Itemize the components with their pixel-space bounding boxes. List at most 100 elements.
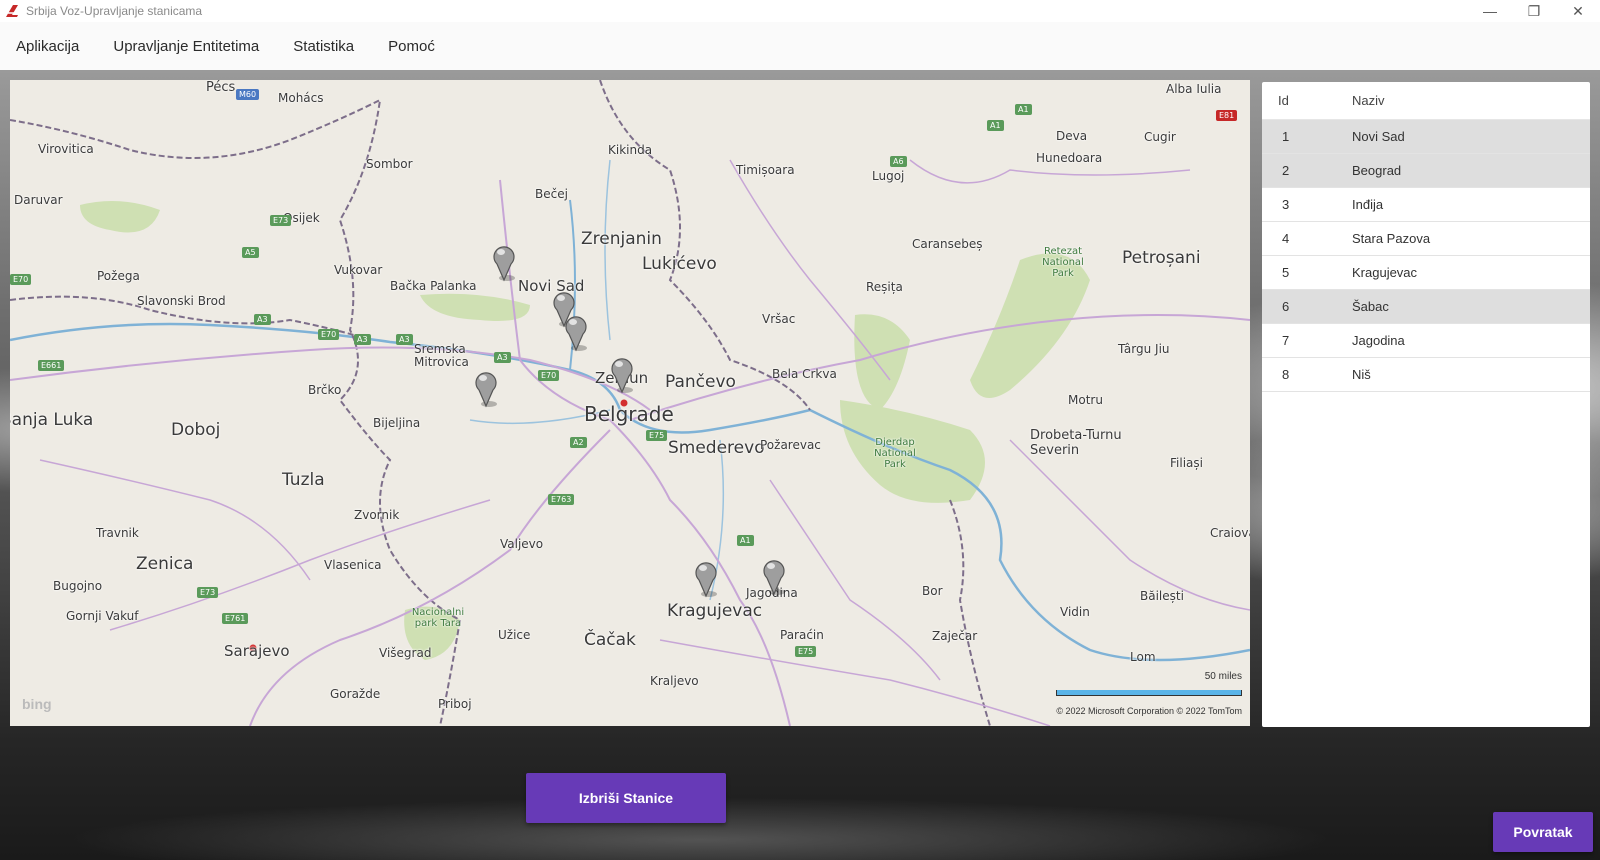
map-copyright: © 2022 Microsoft Corporation © 2022 TomT… xyxy=(1056,706,1242,716)
road-shield: E70 xyxy=(10,274,32,285)
map-city-label: Reșița xyxy=(866,280,903,294)
cell-id: 5 xyxy=(1282,265,1290,280)
cell-naziv: Jagodina xyxy=(1352,333,1405,348)
map-city-label: Smederevo xyxy=(668,438,765,458)
map-scale-bar xyxy=(1056,690,1242,696)
map-city-label: Bečej xyxy=(535,187,568,201)
road-shield: A5 xyxy=(242,247,259,258)
road-shield: A2 xyxy=(570,437,587,448)
road-shield: E70 xyxy=(318,329,340,340)
map-city-label: Târgu Jiu xyxy=(1118,342,1170,356)
table-row[interactable]: 5 Kragujevac xyxy=(1262,256,1590,290)
road-shield: M60 xyxy=(236,89,260,100)
map-city-label: Hunedoara xyxy=(1036,151,1103,165)
station-pin-beograd[interactable] xyxy=(608,354,636,394)
column-header-id[interactable]: Id xyxy=(1262,93,1352,108)
table-row[interactable]: 1 Novi Sad xyxy=(1262,120,1590,154)
station-pin-stara-pazova[interactable] xyxy=(562,312,590,352)
table-header: Id Naziv xyxy=(1262,82,1590,120)
road-shield: E73 xyxy=(197,587,219,598)
station-pin-jagodina[interactable] xyxy=(760,556,788,596)
map-city-label: Lom xyxy=(1130,650,1156,664)
map-city-label: Kraljevo xyxy=(650,674,699,688)
map-city-label: Băilești xyxy=(1140,589,1184,603)
map-city-label: Sombor xyxy=(366,157,413,171)
table-row[interactable]: 2 Beograd xyxy=(1262,154,1590,188)
back-button[interactable]: Povratak xyxy=(1493,812,1593,852)
cell-id: 6 xyxy=(1282,299,1290,314)
map-city-label: Paraćin xyxy=(780,628,824,642)
road-shield: E73 xyxy=(270,215,292,226)
map-city-label: Cugir xyxy=(1144,130,1176,144)
delete-stations-button[interactable]: Izbriši Stanice xyxy=(526,773,726,823)
cell-naziv: Stara Pazova xyxy=(1352,231,1431,246)
cell-naziv: Niš xyxy=(1352,367,1371,382)
map-city-label: Požega xyxy=(97,269,140,283)
road-shield: E81 xyxy=(1216,110,1238,121)
map-city-label: Drobeta-Turnu Severin xyxy=(1030,428,1122,458)
map-city-label: Priboj xyxy=(438,697,472,711)
map-city-label: Kikinda xyxy=(608,143,653,157)
map-city-label: Lukićevo xyxy=(642,254,717,274)
road-shield: E661 xyxy=(38,360,65,371)
column-header-naziv[interactable]: Naziv xyxy=(1352,93,1590,108)
table-row[interactable]: 7 Jagodina xyxy=(1262,324,1590,358)
map-city-label: Zaječar xyxy=(932,629,978,643)
cell-naziv: Šabac xyxy=(1352,299,1389,314)
road-shield: A6 xyxy=(890,156,907,167)
station-pin-sabac[interactable] xyxy=(472,368,500,408)
road-shield: A3 xyxy=(354,334,371,345)
station-pin-novi-sad[interactable] xyxy=(490,242,518,282)
map-park-label: Nacionalni park Tara xyxy=(411,607,465,629)
road-shield: A3 xyxy=(494,352,511,363)
close-button[interactable]: ✕ xyxy=(1556,0,1600,22)
menu-statistika[interactable]: Statistika xyxy=(293,38,354,55)
map-city-label: Sarajevo xyxy=(224,642,290,660)
road-shield: A1 xyxy=(1015,104,1032,115)
map-park-label: Djerdap National Park xyxy=(874,437,916,470)
map-city-label: Daruvar xyxy=(14,193,63,207)
cell-id: 4 xyxy=(1282,231,1290,246)
app-logo-icon xyxy=(6,5,18,17)
map-city-label: Čačak xyxy=(584,630,636,650)
menu-aplikacija[interactable]: Aplikacija xyxy=(16,38,79,55)
window-controls: — ❐ ✕ xyxy=(1468,0,1600,22)
map-city-label: Lugoj xyxy=(872,169,905,183)
map-city-label: Bugojno xyxy=(53,579,103,593)
map-city-label: Pécs xyxy=(206,80,236,95)
map-city-label: Filiași xyxy=(1170,456,1203,470)
title-bar: Srbija Voz-Upravljanje stanicama — ❐ ✕ xyxy=(0,0,1600,22)
station-pin-kragujevac[interactable] xyxy=(692,558,720,598)
map-city-label: Travnik xyxy=(96,526,139,540)
table-row[interactable]: 3 Inđija xyxy=(1262,188,1590,222)
road-shield: E75 xyxy=(795,646,817,657)
map-city-label: Višegrad xyxy=(379,646,432,660)
map-city-label: Bačka Palanka xyxy=(390,279,477,293)
map-city-label: Mohács xyxy=(278,91,324,105)
map-city-label: Bela Crkva xyxy=(772,367,837,381)
map-city-label: Užice xyxy=(498,628,531,642)
restore-button[interactable]: ❐ xyxy=(1512,0,1556,22)
menu-pomoc[interactable]: Pomoć xyxy=(388,38,435,55)
map-city-label: Zenica xyxy=(136,554,194,574)
map-city-label: Banja Luka xyxy=(10,410,94,430)
table-row[interactable]: 6 Šabac xyxy=(1262,290,1590,324)
minimize-button[interactable]: — xyxy=(1468,0,1512,22)
bing-logo: bing xyxy=(22,696,52,712)
menu-upravljanje-entitetima[interactable]: Upravljanje Entitetima xyxy=(113,38,259,55)
map-city-label: Virovitica xyxy=(38,142,94,156)
map-city-label: Petroșani xyxy=(1122,248,1201,268)
map-city-label: Craiova xyxy=(1210,526,1250,540)
road-shield: A3 xyxy=(396,334,413,345)
map-city-label: Vidin xyxy=(1060,605,1090,619)
road-shield: A1 xyxy=(737,535,754,546)
map-city-label: Slavonski Brod xyxy=(137,294,226,308)
station-map[interactable]: Pécs Mohács Virovitica Sombor Kikinda Ti… xyxy=(10,80,1250,726)
map-city-label: Brčko xyxy=(308,383,342,397)
map-city-label: Zrenjanin xyxy=(581,229,662,249)
table-row[interactable]: 4 Stara Pazova xyxy=(1262,222,1590,256)
table-row[interactable]: 8 Niš xyxy=(1262,358,1590,392)
map-city-label: Timișoara xyxy=(736,163,795,177)
map-city-label: Gornji Vakuf xyxy=(66,609,139,623)
map-city-label: Alba Iulia xyxy=(1166,82,1222,96)
